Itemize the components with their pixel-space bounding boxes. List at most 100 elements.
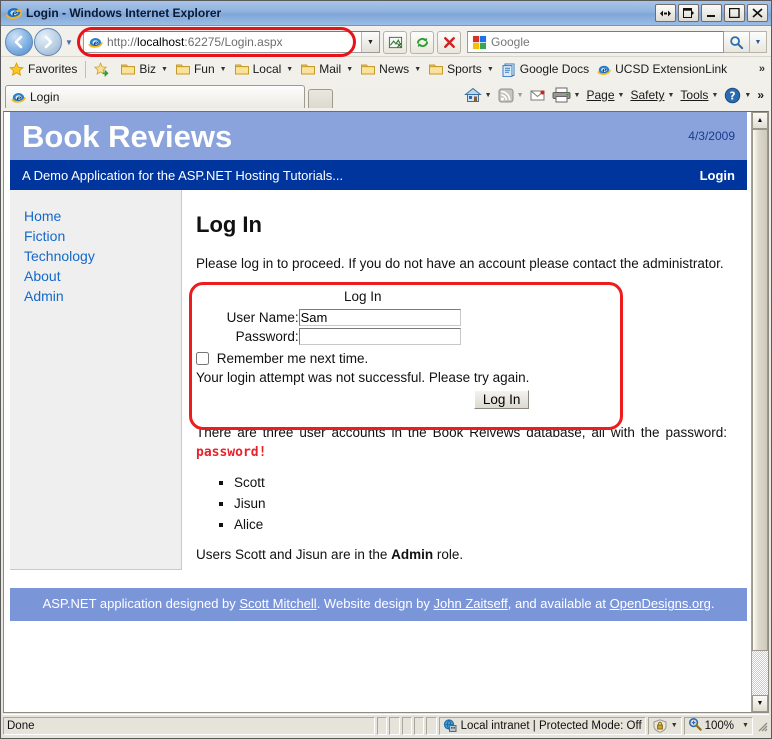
sidebar-item-home[interactable]: Home bbox=[24, 206, 181, 226]
chevron-down-icon: ▼ bbox=[219, 65, 227, 73]
command-bar-overflow[interactable]: » bbox=[754, 85, 767, 105]
scroll-down-button[interactable]: ▼ bbox=[752, 695, 768, 712]
chevron-down-icon: ▼ bbox=[711, 91, 719, 99]
footer-link-scott-mitchell[interactable]: Scott Mitchell bbox=[239, 596, 316, 611]
favorites-item-google-docs[interactable]: Google Docs bbox=[498, 59, 593, 79]
folder-icon bbox=[234, 63, 249, 75]
print-button[interactable]: ▼ bbox=[549, 85, 584, 105]
tools-menu[interactable]: Tools ▼ bbox=[677, 85, 721, 105]
site-tagline: A Demo Application for the ASP.NET Hosti… bbox=[22, 167, 344, 183]
page-favicon-icon: e bbox=[88, 35, 103, 50]
scrollbar-track[interactable] bbox=[752, 129, 768, 695]
scroll-up-button[interactable]: ▲ bbox=[752, 112, 768, 129]
favorites-item-local[interactable]: Local ▼ bbox=[231, 59, 298, 79]
sidebar-item-admin[interactable]: Admin bbox=[24, 286, 181, 306]
security-zone-indicator[interactable]: Local intranet | Protected Mode: Off bbox=[438, 716, 646, 735]
submit-row: Log In bbox=[196, 385, 530, 409]
sidebar-nav: Home Fiction Technology About Admin bbox=[10, 190, 182, 570]
read-mail-button[interactable] bbox=[527, 85, 549, 105]
page-vertical-scrollbar[interactable]: ▲ ▼ bbox=[751, 112, 768, 712]
forward-button[interactable] bbox=[34, 28, 62, 56]
status-segment bbox=[413, 716, 425, 735]
scrollbar-thumb[interactable] bbox=[752, 129, 768, 651]
footer-link-john-zaitseff[interactable]: John Zaitseff bbox=[434, 596, 508, 611]
login-submit-button[interactable]: Log In bbox=[473, 390, 530, 409]
status-segment bbox=[426, 716, 437, 735]
resize-grip[interactable] bbox=[755, 719, 769, 733]
search-go-button[interactable] bbox=[724, 31, 750, 53]
password-row: Password: bbox=[196, 327, 529, 346]
folder-icon bbox=[361, 63, 376, 75]
feeds-button[interactable]: ▼ bbox=[495, 85, 527, 105]
chevron-down-icon: ▼ bbox=[573, 91, 581, 99]
remember-me-label[interactable]: Remember me next time. bbox=[217, 351, 369, 366]
home-button[interactable]: ▼ bbox=[461, 85, 495, 105]
ie-logo-icon: e bbox=[597, 63, 611, 75]
sidebar-item-fiction[interactable]: Fiction bbox=[24, 226, 181, 246]
maximize-button[interactable] bbox=[724, 4, 745, 22]
search-input[interactable]: Google bbox=[467, 31, 724, 53]
folder-icon bbox=[121, 63, 136, 75]
favorites-item-biz[interactable]: Biz ▼ bbox=[117, 59, 172, 79]
add-to-favorites-bar-icon[interactable] bbox=[90, 59, 117, 79]
address-dropdown-button[interactable]: ▼ bbox=[361, 32, 379, 52]
password-input[interactable] bbox=[298, 328, 461, 345]
header-login-link[interactable]: Login bbox=[700, 168, 735, 183]
list-item: Alice bbox=[234, 514, 727, 535]
chevron-down-icon: ▼ bbox=[744, 91, 752, 99]
chevron-down-icon: ▼ bbox=[161, 65, 168, 73]
google-search-provider-icon bbox=[472, 35, 487, 50]
status-bar: Done Local intranet | Protected Mode: Of… bbox=[3, 714, 769, 736]
favorites-item-news[interactable]: News ▼ bbox=[357, 59, 425, 79]
compatibility-view-icon[interactable] bbox=[383, 30, 407, 54]
login-error-message: Your login attempt was not successful. P… bbox=[196, 370, 530, 385]
star-plus-icon bbox=[94, 61, 109, 77]
address-bar[interactable]: e http://localhost:62275/Login.aspx ▼ bbox=[83, 31, 380, 53]
chevron-down-icon: ▼ bbox=[742, 722, 749, 729]
refresh-button[interactable] bbox=[410, 30, 434, 54]
status-segment bbox=[389, 716, 400, 735]
favorites-item-ucsd-extensionlink[interactable]: e UCSD ExtensionLink bbox=[593, 59, 731, 79]
full-screen-button[interactable] bbox=[678, 4, 699, 22]
favorites-bar: Favorites Biz ▼ Fun ▼ Local ▼ Mail ▼ New… bbox=[1, 56, 771, 81]
tab-login[interactable]: e Login bbox=[5, 85, 305, 108]
remember-me-checkbox[interactable] bbox=[196, 352, 209, 365]
privacy-report-button[interactable]: ▼ bbox=[647, 716, 682, 735]
search-provider-dropdown[interactable]: ▼ bbox=[750, 31, 767, 53]
admin-role-name: Admin bbox=[391, 547, 434, 562]
command-bar: ▼ ▼ ▼ Page ▼ Safety ▼ Tools ▼ ? ▼ » bbox=[461, 85, 767, 108]
search-placeholder: Google bbox=[491, 35, 530, 49]
safety-menu[interactable]: Safety ▼ bbox=[627, 85, 677, 105]
sidebar-item-about[interactable]: About bbox=[24, 266, 181, 286]
recent-pages-dropdown[interactable]: ▼ bbox=[62, 38, 76, 47]
error-row: Your login attempt was not successful. P… bbox=[196, 366, 529, 385]
close-button[interactable] bbox=[747, 4, 768, 22]
favorites-overflow-button[interactable]: » bbox=[759, 63, 767, 75]
username-label: User Name: bbox=[226, 310, 299, 325]
username-input[interactable] bbox=[298, 309, 461, 326]
google-docs-icon bbox=[502, 63, 516, 78]
chevron-down-icon: ▼ bbox=[667, 91, 675, 99]
favorites-item-sports[interactable]: Sports ▼ bbox=[425, 59, 498, 79]
page-menu[interactable]: Page ▼ bbox=[583, 85, 627, 105]
minimize-button[interactable] bbox=[701, 4, 722, 22]
login-form: Log In User Name: Password: bbox=[196, 289, 530, 409]
footer-link-opendesigns[interactable]: OpenDesigns.org bbox=[610, 596, 711, 611]
back-button[interactable] bbox=[5, 28, 33, 56]
login-form-container: Log In User Name: Password: bbox=[189, 282, 623, 430]
favorites-center-button[interactable]: Favorites bbox=[5, 59, 81, 79]
password-label: Password: bbox=[235, 329, 299, 344]
favorites-item-fun[interactable]: Fun ▼ bbox=[172, 59, 231, 79]
restore-down-button[interactable] bbox=[655, 4, 676, 22]
new-tab-button[interactable] bbox=[308, 89, 333, 108]
address-bar-container: e http://localhost:62275/Login.aspx ▼ bbox=[77, 27, 380, 57]
help-button[interactable]: ? ▼ bbox=[721, 85, 754, 105]
toolbar-separator bbox=[85, 60, 87, 78]
zoom-control[interactable]: 100% ▼ bbox=[683, 716, 753, 735]
favorites-item-label: Fun bbox=[193, 62, 215, 76]
favorites-item-mail[interactable]: Mail ▼ bbox=[297, 59, 357, 79]
accounts-info: There are three user accounts in the Boo… bbox=[196, 423, 727, 564]
stop-button[interactable] bbox=[437, 30, 461, 54]
status-segment bbox=[377, 716, 388, 735]
sidebar-item-technology[interactable]: Technology bbox=[24, 246, 181, 266]
